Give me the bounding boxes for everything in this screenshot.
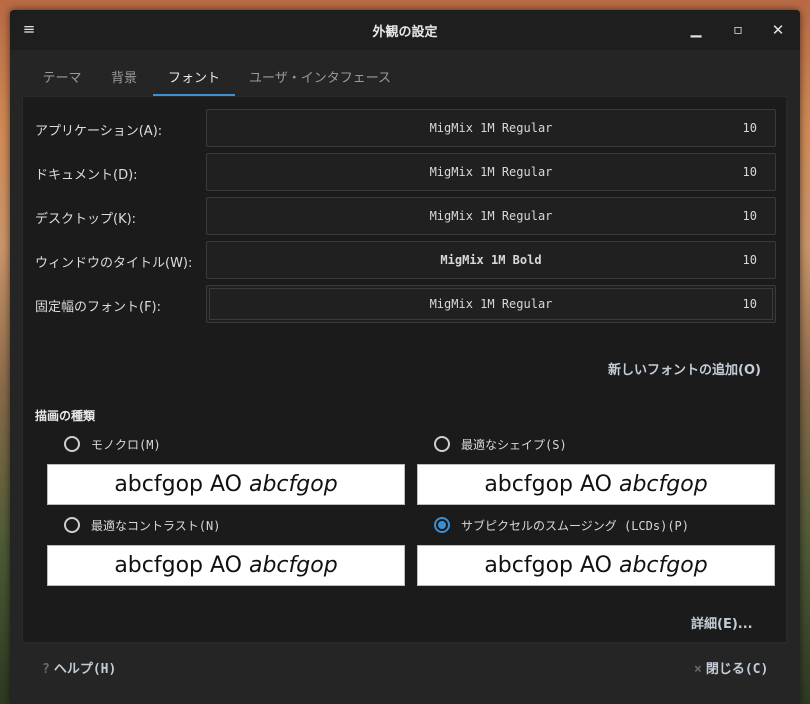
appearance-settings-window: ≡ 外観の設定 ▁ ▫ ✕ テーマ 背景 フォント ユーザ・インタフェース アプ…: [10, 10, 800, 704]
close-button[interactable]: × 閉じる(C): [694, 658, 768, 677]
tab-theme[interactable]: テーマ: [32, 62, 92, 96]
window-title-font-label: ウィンドウのタイトル(W):: [35, 256, 193, 271]
desktop-font-button[interactable]: MigMix 1M Regular 10: [206, 197, 776, 235]
monospace-font-button[interactable]: MigMix 1M Regular 10: [206, 285, 776, 323]
subpixel-smoothing-preview: abcfgop AO abcfgop: [417, 545, 775, 586]
fonts-panel: アプリケーション(A): MigMix 1M Regular 10 ドキュメント…: [22, 96, 787, 643]
preview-normal-text: abcfgop AO: [484, 472, 619, 497]
tab-background[interactable]: 背景: [102, 62, 146, 96]
font-size: 10: [742, 165, 757, 179]
preview-italic-text: abcfgop: [618, 472, 708, 497]
best-shape-label[interactable]: 最適なシェイプ(S): [461, 436, 567, 453]
rendering-section-title: 描画の種類: [35, 409, 96, 423]
add-new-font-button[interactable]: 新しいフォントの追加(O): [608, 359, 761, 378]
best-contrast-preview: abcfgop AO abcfgop: [47, 545, 405, 586]
best-contrast-radio[interactable]: [64, 517, 80, 533]
monospace-font-label: 固定幅のフォント(F):: [35, 300, 162, 315]
preview-normal-text: abcfgop AO: [114, 472, 249, 497]
help-button[interactable]: ? ヘルプ(H): [42, 658, 116, 677]
font-name: MigMix 1M Regular: [429, 165, 553, 179]
maximize-icon[interactable]: ▫: [728, 20, 748, 40]
monochrome-label[interactable]: モノクロ(M): [91, 436, 161, 453]
document-font-label: ドキュメント(D):: [35, 168, 138, 183]
title-bar[interactable]: ≡ 外観の設定 ▁ ▫ ✕: [10, 10, 800, 50]
application-font-label: アプリケーション(A):: [35, 124, 163, 139]
best-shape-radio[interactable]: [434, 436, 450, 452]
font-name: MigMix 1M Regular: [429, 121, 553, 135]
help-label: ヘルプ(H): [53, 662, 117, 677]
font-size: 10: [742, 253, 757, 267]
tab-user-interface[interactable]: ユーザ・インタフェース: [242, 62, 398, 96]
monochrome-radio[interactable]: [64, 436, 80, 452]
preview-normal-text: abcfgop AO: [484, 553, 619, 578]
preview-italic-text: abcfgop: [618, 553, 708, 578]
preview-normal-text: abcfgop AO: [114, 553, 249, 578]
window-title-font-button[interactable]: MigMix 1M Bold 10: [206, 241, 776, 279]
subpixel-smoothing-radio[interactable]: [434, 517, 450, 533]
details-button[interactable]: 詳細(E)...: [691, 613, 753, 632]
font-size: 10: [742, 121, 757, 135]
best-contrast-label[interactable]: 最適なコントラスト(N): [91, 517, 220, 534]
tab-fonts[interactable]: フォント: [153, 62, 235, 96]
close-icon: ×: [694, 662, 702, 677]
font-size: 10: [742, 209, 757, 223]
preview-italic-text: abcfgop: [248, 472, 338, 497]
tab-bar: テーマ 背景 フォント ユーザ・インタフェース: [10, 62, 800, 98]
font-name: MigMix 1M Regular: [429, 209, 553, 223]
subpixel-smoothing-label[interactable]: サブピクセルのスムージング (LCDs)(P): [461, 517, 689, 534]
desktop-font-label: デスクトップ(K):: [35, 212, 137, 227]
monochrome-preview: abcfgop AO abcfgop: [47, 464, 405, 505]
font-size: 10: [742, 297, 757, 311]
close-label: 閉じる(C): [705, 662, 769, 677]
font-name: MigMix 1M Bold: [440, 253, 542, 267]
close-window-icon[interactable]: ✕: [768, 20, 788, 40]
font-name: MigMix 1M Regular: [429, 297, 553, 311]
minimize-icon[interactable]: ▁: [686, 20, 706, 40]
help-icon: ?: [42, 662, 50, 677]
preview-italic-text: abcfgop: [248, 553, 338, 578]
document-font-button[interactable]: MigMix 1M Regular 10: [206, 153, 776, 191]
best-shape-preview: abcfgop AO abcfgop: [417, 464, 775, 505]
application-font-button[interactable]: MigMix 1M Regular 10: [206, 109, 776, 147]
window-title: 外観の設定: [372, 25, 438, 40]
